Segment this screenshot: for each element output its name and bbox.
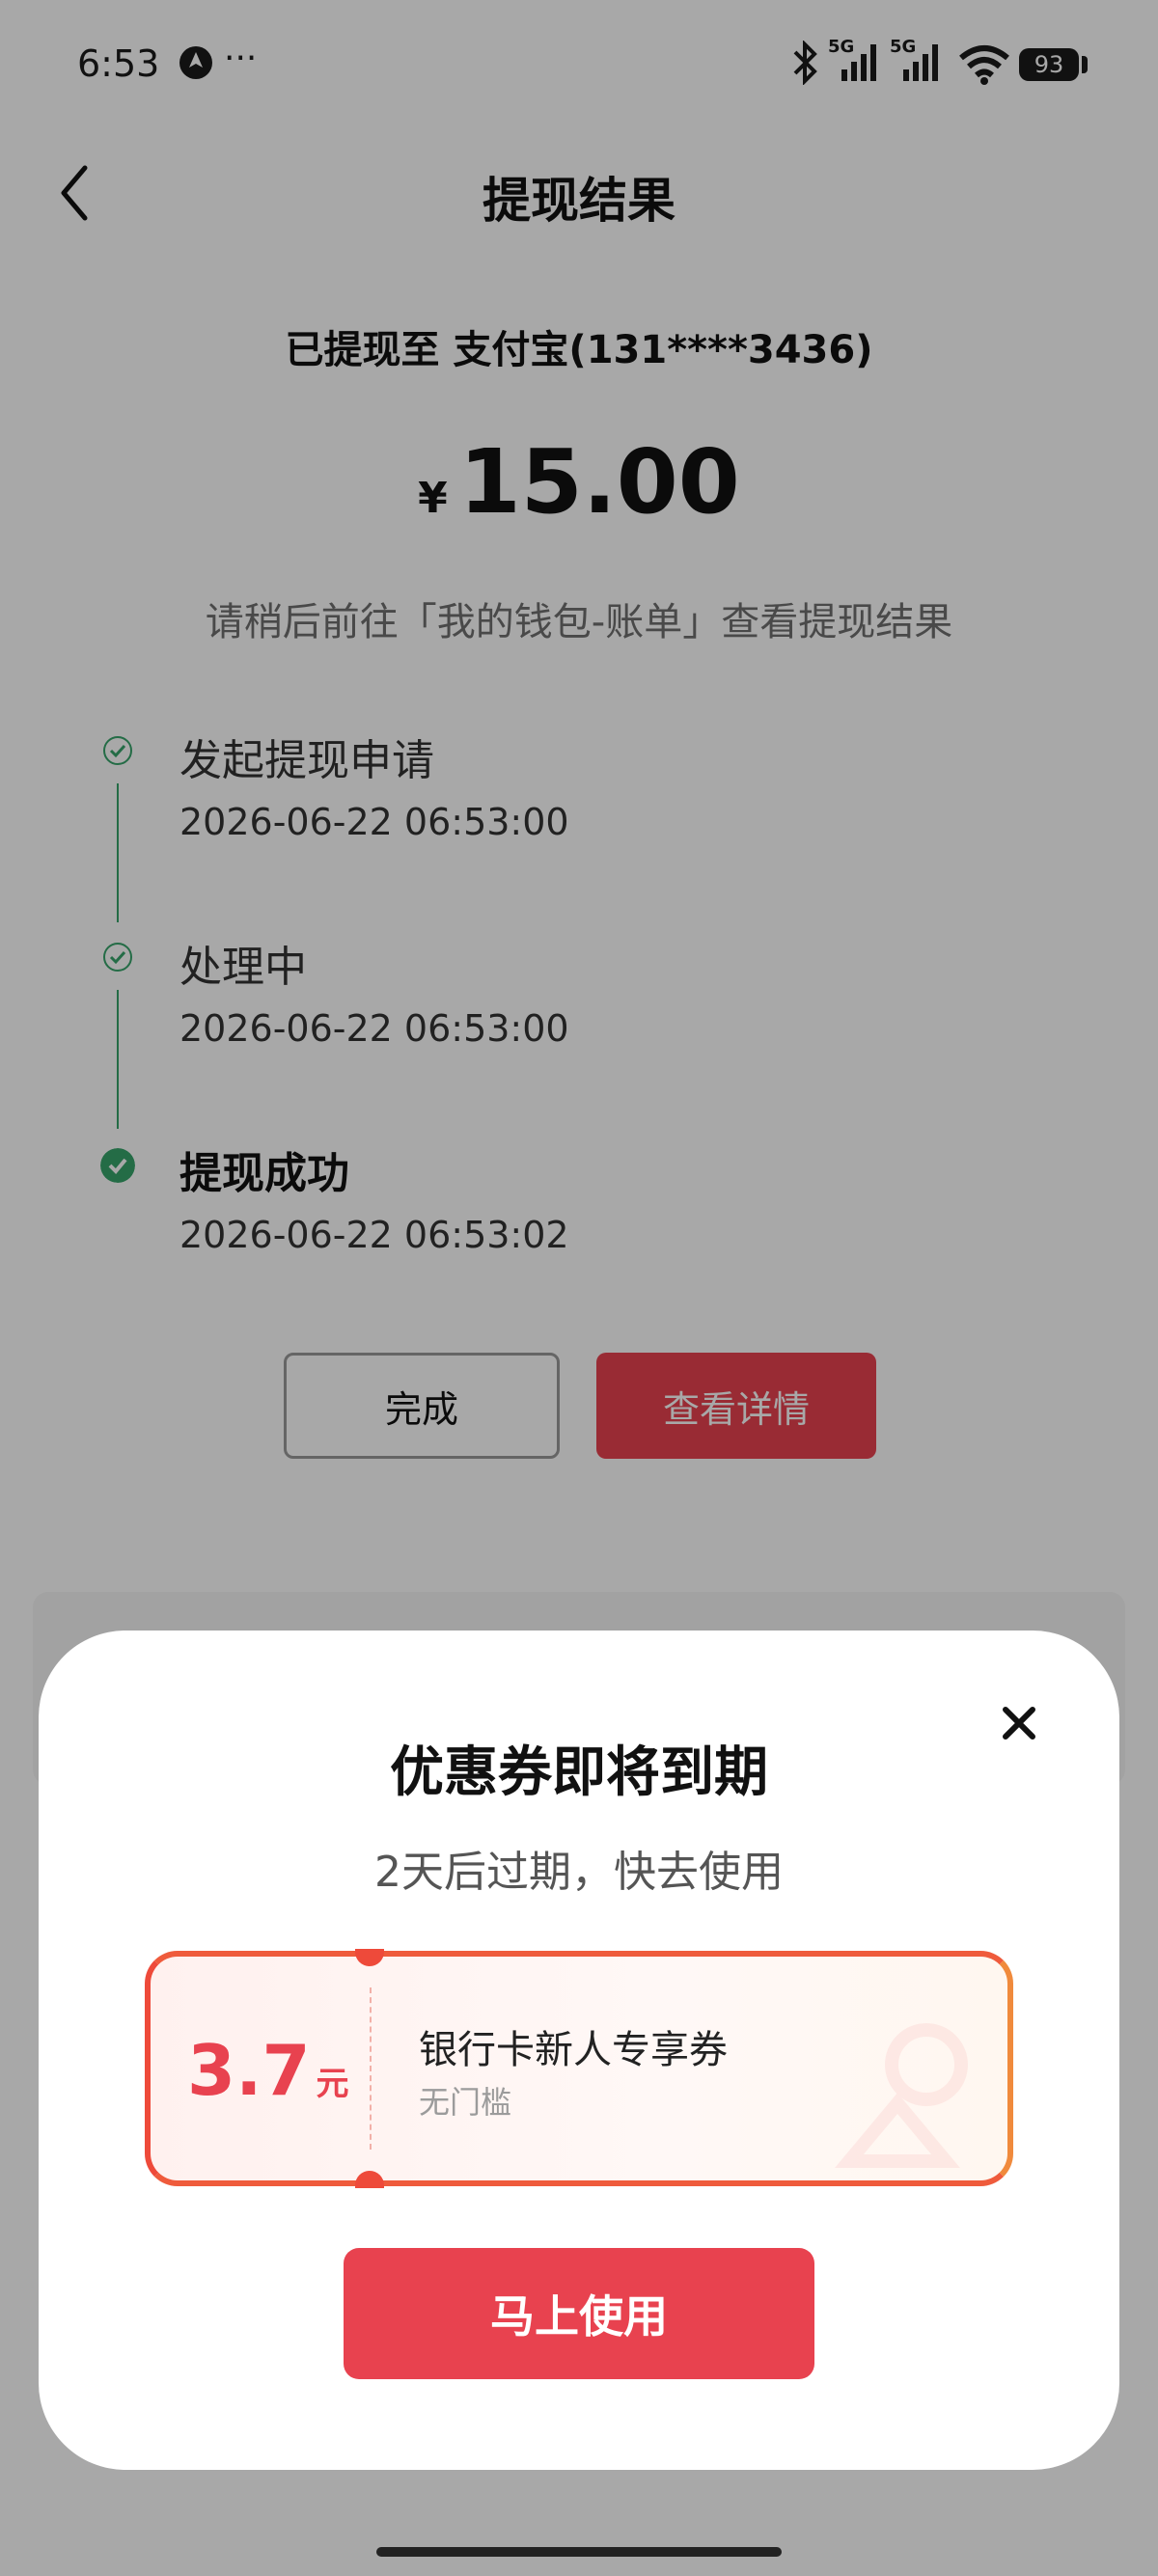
coupon-value: 3.7 元 bbox=[187, 2030, 349, 2111]
coupon-amount: 3.7 bbox=[187, 2030, 311, 2111]
coupon-name: 银行卡新人专享券 bbox=[419, 2028, 728, 2072]
use-now-button[interactable]: 马上使用 bbox=[344, 2248, 814, 2379]
modal-subtitle: 2天后过期，快去使用 bbox=[374, 1848, 784, 1897]
home-indicator[interactable] bbox=[376, 2547, 782, 2557]
coupon-condition: 无门槛 bbox=[419, 2084, 512, 2121]
coupon-unit: 元 bbox=[316, 2065, 349, 2103]
coupon-watermark-icon bbox=[835, 2023, 968, 2168]
modal-title: 优惠券即将到期 bbox=[390, 1741, 768, 1804]
coupon-divider bbox=[370, 1987, 372, 2150]
